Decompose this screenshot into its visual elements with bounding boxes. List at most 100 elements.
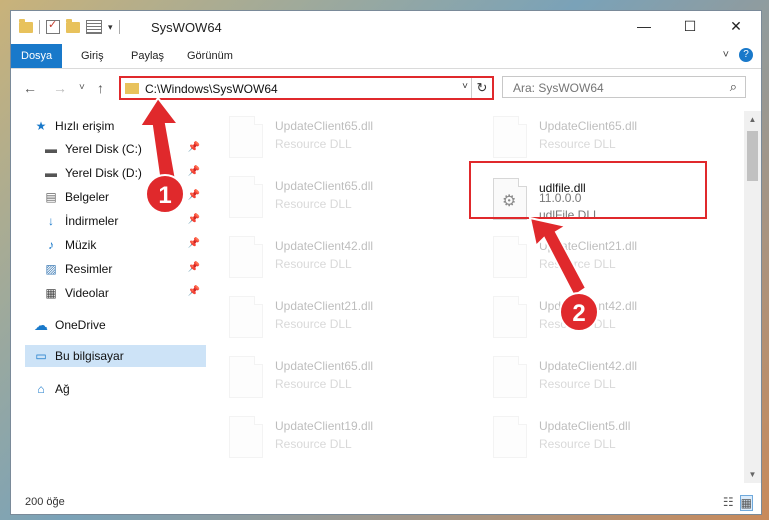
- pin-icon[interactable]: 📌: [188, 190, 200, 201]
- search-icon[interactable]: ⌕: [730, 79, 737, 95]
- list-item[interactable]: UpdateClient5.dll Resource DLL: [481, 410, 721, 464]
- pin-icon[interactable]: 📌: [188, 238, 200, 249]
- address-dropdown-icon[interactable]: ˅: [462, 81, 468, 92]
- expand-ribbon-icon[interactable]: ˅: [723, 49, 729, 61]
- file-description: Resource DLL: [275, 197, 352, 211]
- list-item[interactable]: UpdateClient65.dll Resource DLL: [217, 170, 457, 224]
- drive-icon: ▬: [45, 166, 57, 180]
- file-name: UpdateClient65.dll: [275, 119, 374, 133]
- pin-icon[interactable]: 📌: [188, 262, 200, 273]
- separator: [118, 20, 120, 34]
- computer-icon: ▭: [35, 349, 47, 363]
- refresh-icon[interactable]: ↻: [471, 78, 492, 98]
- videos-icon: ▦: [45, 286, 57, 300]
- file-name: UpdateClient65.dll: [275, 359, 374, 373]
- cloud-icon: ☁: [34, 316, 48, 333]
- scroll-down-icon[interactable]: ▼: [744, 466, 761, 483]
- help-icon[interactable]: ?: [739, 48, 753, 62]
- sidebar-item-label: Müzik: [65, 238, 97, 252]
- dll-file-icon: [229, 356, 263, 398]
- dll-file-icon: [229, 176, 263, 218]
- file-name: UpdateClient42.dll: [539, 359, 638, 373]
- status-bar: 200 öğe ☷ ▦: [11, 492, 761, 514]
- pin-icon[interactable]: 📌: [188, 286, 200, 297]
- sidebar-item-quick-access[interactable]: ★ Hızlı erişim: [33, 115, 206, 137]
- list-item[interactable]: UpdateClient19.dll Resource DLL: [217, 410, 457, 464]
- address-bar[interactable]: C:\Windows\SysWOW64 ˅ ↻: [119, 76, 494, 100]
- new-folder-icon[interactable]: [66, 18, 80, 33]
- sidebar-item-downloads[interactable]: ↓ İndirmeler 📌: [43, 210, 206, 232]
- up-arrow-icon[interactable]: ↑: [97, 80, 104, 96]
- view-switcher: ☷ ▦: [723, 495, 753, 511]
- file-description: Resource DLL: [539, 137, 616, 151]
- sidebar-item-pictures[interactable]: ▨ Resimler 📌: [43, 258, 206, 280]
- sidebar-item-this-pc[interactable]: ▭ Bu bilgisayar: [25, 345, 206, 367]
- tab-gorunum[interactable]: Görünüm: [177, 44, 243, 68]
- ribbon: Dosya Giriş Paylaş Görünüm ˅ ?: [11, 44, 761, 69]
- sidebar-item-local-disk-d[interactable]: ▬ Yerel Disk (D:) 📌: [43, 162, 206, 184]
- sidebar-item-videos[interactable]: ▦ Videolar 📌: [43, 282, 206, 304]
- step-1-badge: 1: [145, 174, 185, 214]
- list-item[interactable]: UpdateClient65.dll Resource DLL: [217, 110, 457, 164]
- close-button[interactable]: ✕: [713, 11, 759, 41]
- sidebar-item-local-disk-c[interactable]: ▬ Yerel Disk (C:) 📌: [43, 138, 206, 160]
- vertical-scrollbar[interactable]: ▲ ▼: [744, 111, 761, 483]
- list-item[interactable]: UpdateClient42.dll Resource DLL: [481, 290, 721, 344]
- scrollbar-thumb[interactable]: [747, 131, 758, 181]
- item-count: 200 öğe: [25, 496, 65, 508]
- sidebar-item-music[interactable]: ♪ Müzik 📌: [43, 234, 206, 256]
- pin-icon[interactable]: 📌: [188, 214, 200, 225]
- sidebar-item-label: Yerel Disk (D:): [65, 166, 142, 180]
- ribbon-right-controls: ˅ ?: [723, 48, 753, 62]
- sidebar-item-label: Ağ: [55, 382, 70, 396]
- sidebar-item-onedrive[interactable]: ☁ OneDrive: [33, 314, 206, 336]
- dll-file-icon: [493, 116, 527, 158]
- tab-paylas[interactable]: Paylaş: [121, 44, 174, 68]
- music-icon: ♪: [48, 238, 54, 252]
- pin-icon[interactable]: 📌: [188, 142, 200, 153]
- minimize-button[interactable]: —: [621, 11, 667, 41]
- file-description: Resource DLL: [275, 257, 352, 271]
- back-arrow-icon[interactable]: ←: [23, 80, 37, 96]
- list-item[interactable]: UpdateClient42.dll Resource DLL: [481, 350, 721, 404]
- navigation-bar: ← → ˅ ↑ C:\Windows\SysWOW64 ˅ ↻ ⌕: [11, 74, 761, 104]
- maximize-button[interactable]: ☐: [667, 11, 713, 41]
- list-item[interactable]: UpdateClient65.dll Resource DLL: [481, 110, 721, 164]
- tiles-view-icon[interactable]: ▦: [739, 495, 753, 511]
- file-name: UpdateClient65.dll: [539, 119, 638, 133]
- search-box[interactable]: ⌕: [502, 76, 746, 98]
- file-description: Resource DLL: [275, 437, 352, 451]
- dll-file-icon: [493, 416, 527, 458]
- file-description: Resource DLL: [275, 377, 352, 391]
- view-properties-icon[interactable]: [86, 20, 102, 34]
- forward-arrow-icon[interactable]: →: [53, 80, 67, 96]
- sidebar-item-label: Bu bilgisayar: [55, 349, 124, 363]
- folder-icon: [125, 83, 139, 94]
- step-2-badge: 2: [559, 292, 599, 332]
- sidebar-item-label: Yerel Disk (C:): [65, 142, 142, 156]
- customize-toolbar-caret-icon[interactable]: ▾: [108, 22, 113, 33]
- network-icon: ⌂: [37, 382, 45, 396]
- file-description: Resource DLL: [539, 437, 616, 451]
- properties-check-icon[interactable]: [46, 18, 60, 34]
- list-item[interactable]: UpdateClient21.dll Resource DLL: [481, 230, 721, 284]
- address-path[interactable]: C:\Windows\SysWOW64: [145, 82, 278, 96]
- dll-file-icon: [229, 296, 263, 338]
- list-item[interactable]: UpdateClient21.dll Resource DLL: [217, 290, 457, 344]
- pin-icon[interactable]: 📌: [188, 166, 200, 177]
- scroll-up-icon[interactable]: ▲: [744, 111, 761, 128]
- tab-dosya[interactable]: Dosya: [11, 44, 63, 68]
- tab-giris[interactable]: Giriş: [71, 44, 114, 68]
- file-name: UpdateClient65.dll: [275, 179, 374, 193]
- details-view-icon[interactable]: ☷: [723, 495, 734, 511]
- folder-icon: [19, 18, 33, 33]
- window-title: SysWOW64: [151, 20, 222, 35]
- dll-file-icon: [493, 356, 527, 398]
- title-bar: ▾ SysWOW64 — ☐ ✕: [11, 11, 761, 43]
- file-name: UpdateClient5.dll: [539, 419, 631, 433]
- list-item[interactable]: UpdateClient42.dll Resource DLL: [217, 230, 457, 284]
- list-item[interactable]: UpdateClient65.dll Resource DLL: [217, 350, 457, 404]
- search-input[interactable]: [511, 80, 715, 96]
- sidebar-item-network[interactable]: ⌂ Ağ: [33, 378, 206, 400]
- recent-locations-icon[interactable]: ˅: [79, 82, 85, 93]
